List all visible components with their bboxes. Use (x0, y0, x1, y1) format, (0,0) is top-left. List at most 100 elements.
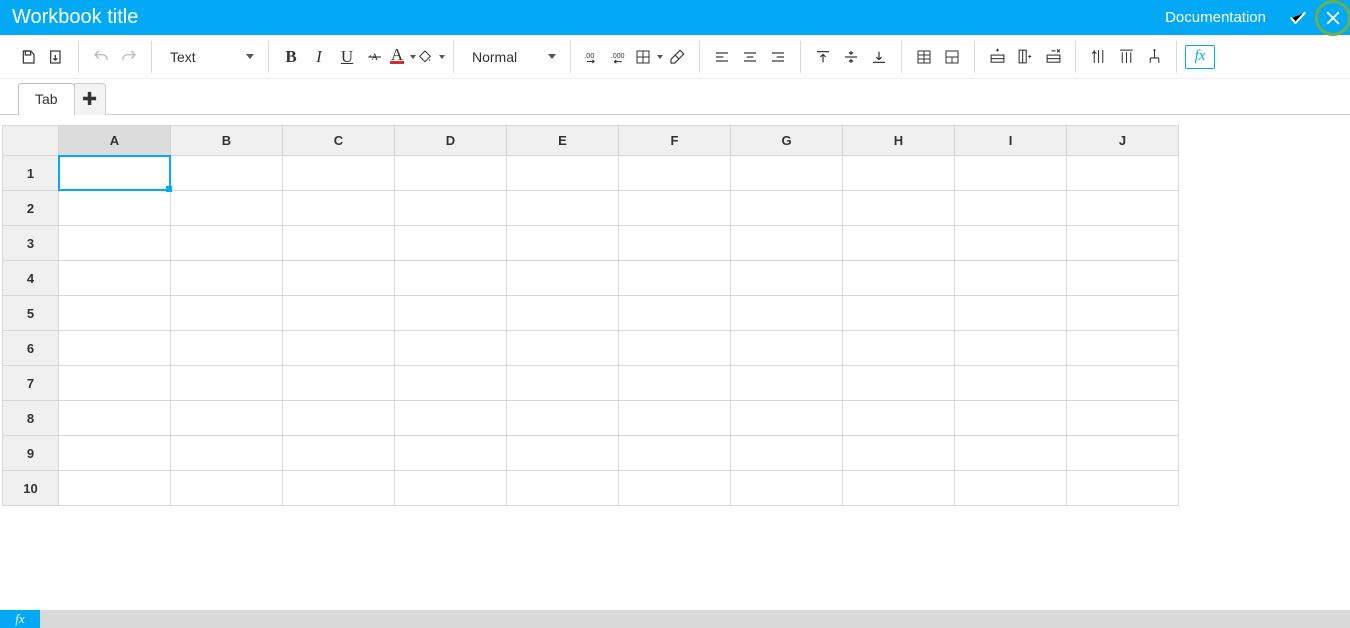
align-left-button[interactable] (708, 43, 736, 71)
cell[interactable] (507, 471, 619, 506)
sheet-tab[interactable]: Tab (18, 83, 75, 115)
cell[interactable] (1067, 191, 1179, 226)
cell[interactable] (731, 156, 843, 191)
cell[interactable] (59, 156, 171, 191)
insert-table-button[interactable] (910, 43, 938, 71)
cell[interactable] (1067, 296, 1179, 331)
cell[interactable] (395, 471, 507, 506)
cell[interactable] (619, 401, 731, 436)
cell[interactable] (59, 261, 171, 296)
cell[interactable] (171, 366, 283, 401)
add-tab-button[interactable]: ✚ (74, 83, 106, 115)
row-header[interactable]: 10 (3, 471, 59, 506)
cell[interactable] (59, 471, 171, 506)
cell[interactable] (843, 156, 955, 191)
redo-button[interactable] (115, 43, 143, 71)
borders-button[interactable] (635, 43, 663, 71)
cell[interactable] (843, 436, 955, 471)
cell[interactable] (395, 261, 507, 296)
cell[interactable] (283, 366, 395, 401)
cell[interactable] (283, 401, 395, 436)
cell[interactable] (955, 471, 1067, 506)
increase-decimal-button[interactable]: .000 (607, 43, 635, 71)
cell[interactable] (843, 331, 955, 366)
cell[interactable] (507, 296, 619, 331)
cell[interactable] (395, 401, 507, 436)
cell[interactable] (1067, 401, 1179, 436)
cell[interactable] (731, 401, 843, 436)
cell[interactable] (283, 156, 395, 191)
cell[interactable] (955, 261, 1067, 296)
column-header[interactable]: H (843, 126, 955, 156)
column-header[interactable]: C (283, 126, 395, 156)
cell[interactable] (59, 436, 171, 471)
cell[interactable] (395, 156, 507, 191)
row-header[interactable]: 5 (3, 296, 59, 331)
cell[interactable] (843, 366, 955, 401)
cell[interactable] (619, 366, 731, 401)
cell[interactable] (1067, 226, 1179, 261)
row-header[interactable]: 1 (3, 156, 59, 191)
cell[interactable] (59, 226, 171, 261)
group-columns-button[interactable] (1112, 43, 1140, 71)
insert-row-button[interactable] (983, 43, 1011, 71)
cell[interactable] (171, 296, 283, 331)
cell-format-dropdown[interactable]: Text (160, 43, 260, 71)
select-all-corner[interactable] (3, 126, 59, 156)
cell[interactable] (1067, 331, 1179, 366)
cell[interactable] (955, 366, 1067, 401)
cell[interactable] (1067, 471, 1179, 506)
cell[interactable] (955, 226, 1067, 261)
cell[interactable] (731, 191, 843, 226)
delete-row-button[interactable] (1039, 43, 1067, 71)
cell[interactable] (619, 471, 731, 506)
cell[interactable] (843, 226, 955, 261)
cell[interactable] (619, 156, 731, 191)
cell[interactable] (1067, 366, 1179, 401)
confirm-button[interactable] (1280, 0, 1315, 35)
column-header[interactable]: G (731, 126, 843, 156)
cell[interactable] (283, 191, 395, 226)
row-header[interactable]: 6 (3, 331, 59, 366)
cell[interactable] (843, 191, 955, 226)
cell[interactable] (283, 331, 395, 366)
cell[interactable] (171, 156, 283, 191)
cell[interactable] (731, 366, 843, 401)
import-button[interactable] (42, 43, 70, 71)
cell[interactable] (507, 366, 619, 401)
decrease-decimal-button[interactable]: .00 (579, 43, 607, 71)
cell[interactable] (843, 261, 955, 296)
cell[interactable] (171, 436, 283, 471)
align-right-button[interactable] (764, 43, 792, 71)
cell[interactable] (59, 191, 171, 226)
cell[interactable] (507, 156, 619, 191)
cell-style-dropdown[interactable]: Normal (462, 43, 562, 71)
undo-button[interactable] (87, 43, 115, 71)
cell[interactable] (59, 296, 171, 331)
cell[interactable] (619, 261, 731, 296)
cell[interactable] (843, 401, 955, 436)
cell[interactable] (283, 296, 395, 331)
cell[interactable] (283, 261, 395, 296)
cell[interactable] (507, 436, 619, 471)
cell[interactable] (171, 261, 283, 296)
cell[interactable] (171, 331, 283, 366)
cell[interactable] (731, 436, 843, 471)
cell[interactable] (955, 331, 1067, 366)
cell[interactable] (59, 401, 171, 436)
column-header[interactable]: D (395, 126, 507, 156)
column-header[interactable]: B (171, 126, 283, 156)
row-header[interactable]: 3 (3, 226, 59, 261)
cell[interactable] (731, 331, 843, 366)
cell[interactable] (619, 226, 731, 261)
row-header[interactable]: 7 (3, 366, 59, 401)
bold-button[interactable]: B (277, 43, 305, 71)
cell[interactable] (507, 191, 619, 226)
cell[interactable] (507, 331, 619, 366)
column-header[interactable]: A (59, 126, 171, 156)
cell[interactable] (507, 226, 619, 261)
align-center-button[interactable] (736, 43, 764, 71)
cell[interactable] (507, 401, 619, 436)
cell[interactable] (619, 296, 731, 331)
strike-button[interactable]: ᵃA (361, 43, 389, 71)
